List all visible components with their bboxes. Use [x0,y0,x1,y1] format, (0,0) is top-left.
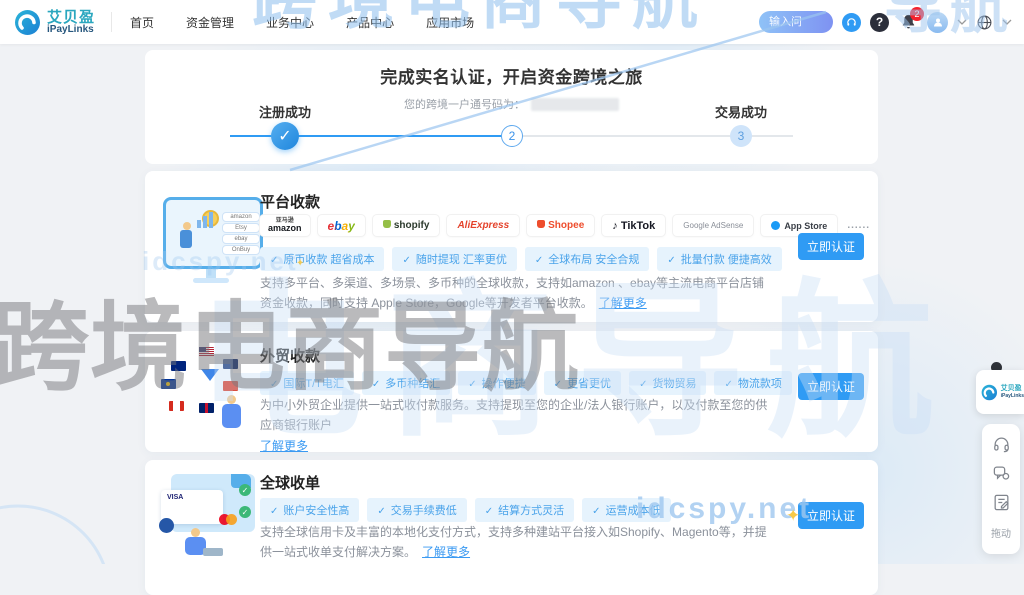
divider [111,12,113,32]
card-description: 为中小外贸企业提供一站式收付款服务。支持提现至您的企业/法人银行账户，以及付款至… [260,398,768,453]
step3-circle: 3 [730,125,752,147]
customer-service-button[interactable] [842,12,861,32]
topbar-right-group: 2 [759,7,1012,33]
card-title: 平台收款 [260,194,321,211]
help-button[interactable] [870,12,889,32]
progress-stepper: 注册成功 交易成功 ✓ 2 3 [145,50,878,164]
feature-tag: 更省更优 [543,371,622,395]
card-description: 支持全球信用卡及丰富的本地化支付方式，支持多种建站平台接入如Shopify、Ma… [260,525,767,560]
feature-tag: 批量付款 便捷高效 [657,247,782,271]
feature-tag: 物流款项 [714,371,792,395]
foreign-trade-illustration [159,343,263,443]
nav-item-funds[interactable]: 资金管理 [186,14,234,31]
flag-graphic [171,361,186,371]
widget-brand-en: iPayLinks [1000,393,1024,400]
us-flag-graphic [199,347,214,357]
learn-more-link[interactable]: 了解更多 [422,545,470,559]
nav-item-home[interactable]: 首页 [130,14,154,31]
step2-circle: 2 [501,125,523,147]
nav-item-marketplace[interactable]: 应用市场 [426,14,474,31]
notifications-button[interactable]: 2 [898,7,924,32]
flag-graphic [223,359,238,369]
headset-icon [847,17,856,26]
verify-now-button[interactable]: 立即认证 [798,502,864,529]
screen-item: ebay [222,234,260,244]
service-card-foreign-trade-collection: 外贸收款 国际T/T电汇 多币种结汇 操作便捷 更省更优 货物贸易 物流款项 为… [145,331,878,453]
language-globe-button[interactable] [976,14,993,31]
platform-chip-ebay: ebay [317,215,365,236]
platform-chip-shopify: shopify [372,215,440,236]
feature-tag: 结算方式灵活 [474,498,575,522]
top-navigation-bar: 艾贝盈 iPayLinks 首页 资金管理 业务中心 产品中心 应用市场 2 [0,0,1024,44]
widget-customer-service-button[interactable] [991,434,1011,454]
feature-tag: 操作便捷 [458,371,536,395]
user-icon [933,18,942,27]
headset-icon [993,437,1009,452]
nav-item-business[interactable]: 业务中心 [266,14,314,31]
step1-done-check-icon: ✓ [271,122,299,150]
cn-flag-graphic [223,381,238,391]
ipaylinks-logo-icon [15,9,40,35]
verify-now-button[interactable]: 立即认证 [798,233,864,260]
feature-tag: 货物贸易 [629,371,707,395]
service-card-platform-collection: amazon Etsy ebay OnBuy 平台收款 亚马逊 amazon e… [145,171,878,322]
feature-tag: 国际T/T电汇 [260,371,354,395]
feature-tag: 随时提现 汇率更优 [392,247,517,271]
feature-tag-row: 国际T/T电汇 多币种结汇 操作便捷 更省更优 货物贸易 物流款项 [260,371,792,395]
user-avatar[interactable] [927,11,948,33]
ca-flag-graphic [169,401,184,411]
widget-brand-cn: 艾贝盈 [1000,384,1022,392]
service-card-global-acquiring: VISA 全球收单 账户安全性高 交易手续费低 结算方式灵活 运营成本低 支持全… [145,460,878,595]
uk-flag-graphic [199,403,214,413]
widget-feedback-form-button[interactable] [991,492,1011,512]
screen-item: OnBuy [222,245,260,255]
learn-more-link[interactable]: 了解更多 [599,296,647,310]
screen-item: amazon [222,212,260,222]
download-arrow-graphic [201,369,219,390]
notification-badge: 2 [910,7,924,21]
feature-tag: 账户安全性高 [260,498,360,522]
nav-item-products[interactable]: 产品中心 [346,14,394,31]
widget-chat-button[interactable] [991,463,1011,483]
platform-chip-tiktok: TikTok [602,215,666,236]
platform-chip-aliexpress: AliExpress [447,215,520,236]
platform-collection-illustration: amazon Etsy ebay OnBuy [159,193,263,301]
feature-tag: 全球布局 安全合规 [524,247,650,271]
ipaylinks-logo-icon [981,384,998,400]
eu-flag-graphic [161,379,176,389]
chevron-down-icon[interactable] [1002,19,1012,25]
feature-tag: 运营成本低 [582,498,671,522]
learn-more-link[interactable]: 了解更多 [260,439,308,453]
screen-item: Etsy [222,223,260,233]
global-acquiring-illustration: VISA [159,470,263,565]
feature-tag-row: 原币收款 超省成本 随时提现 汇率更优 全球布局 安全合规 批量付款 便捷高效 [260,247,782,271]
feature-tag: 交易手续费低 [367,498,467,522]
card-title: 外贸收款 [260,348,321,365]
card-description: 支持多平台、多渠道、多场景、多币种的全球收款，支持如amazon 、ebay等主… [260,276,765,311]
widget-drag-handle[interactable]: 拖动 [991,525,1011,540]
step1-label: 注册成功 [258,105,311,120]
feature-tag: 多币种结汇 [361,371,451,395]
form-edit-icon [994,494,1009,510]
platform-chip-shopee: Shopee [527,215,595,236]
verification-hero-card: 完成实名认证，开启资金跨境之旅 您的跨境一户通号码为： 注册成功 交易成功 ✓ … [145,50,878,164]
platform-logo-row: 亚马逊 amazon ebay shopify AliExpress Shope… [260,215,872,236]
platform-chip-google-adsense: Google AdSense [673,215,754,236]
card-title: 全球收单 [260,475,321,492]
monitor-graphic: amazon Etsy ebay OnBuy [163,197,263,269]
chat-bubbles-icon [993,466,1009,480]
brand-name-en: iPayLinks [47,23,94,35]
platform-chip-amazon: 亚马逊 amazon [260,215,310,236]
step3-label: 交易成功 [714,105,767,120]
widget-toolbar: 拖动 [982,424,1020,554]
brand-name-cn: 艾贝盈 [47,8,96,26]
feature-tag: 原币收款 超省成本 [260,247,385,271]
chevron-down-icon[interactable] [957,19,967,25]
feature-tag-row: 账户安全性高 交易手续费低 结算方式灵活 运营成本低 [260,498,671,522]
search-input[interactable] [759,11,833,33]
brand-logo[interactable]: 艾贝盈 iPayLinks [14,9,95,36]
verify-now-button[interactable]: 立即认证 [798,373,864,400]
main-nav: 首页 资金管理 业务中心 产品中心 应用市场 [130,14,474,31]
widget-brand-logo[interactable]: 艾贝盈 iPayLinks [976,370,1024,414]
